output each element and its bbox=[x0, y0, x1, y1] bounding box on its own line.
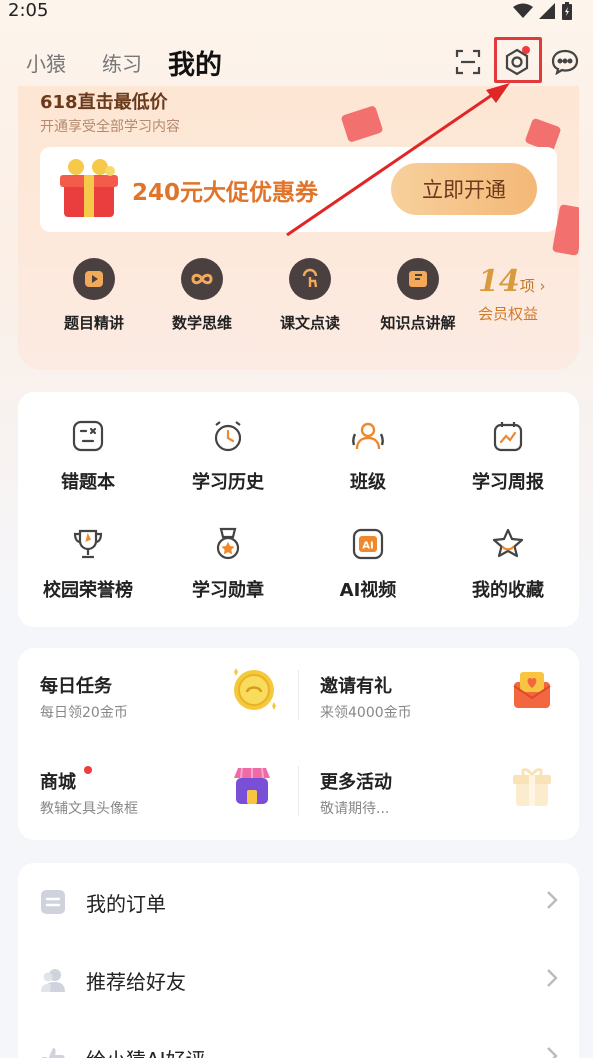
star-icon bbox=[492, 528, 524, 558]
system-icons bbox=[513, 2, 573, 20]
menu-label: 推荐给好友 bbox=[86, 970, 186, 994]
tool-favorites[interactable]: 我的收藏 bbox=[438, 526, 578, 602]
mall[interactable]: 商城 教辅文具头像框 bbox=[18, 744, 288, 834]
trophy-icon bbox=[73, 529, 103, 559]
tab-xiaoyuan[interactable]: 小猿 bbox=[26, 48, 66, 77]
vip-item-label: 知识点讲解 bbox=[380, 314, 456, 332]
signal-icon bbox=[539, 3, 555, 19]
order-list-icon bbox=[41, 890, 65, 914]
thumbs-up-icon bbox=[42, 1048, 65, 1058]
tool-label: 学习勋章 bbox=[192, 580, 264, 601]
menu-my-orders[interactable]: 我的订单 bbox=[18, 863, 579, 941]
vip-item-label: 数学思维 bbox=[171, 314, 232, 332]
invite-reward[interactable]: 邀请有礼 来领4000金币 bbox=[298, 648, 568, 738]
more-activities-title: 更多活动 bbox=[320, 772, 392, 793]
chevron-right-icon: › bbox=[534, 277, 546, 295]
calendar-chart-icon bbox=[493, 422, 523, 452]
message-icon[interactable] bbox=[549, 46, 581, 78]
menu-label: 给小猿AI好评 bbox=[86, 1044, 206, 1058]
settings-highlight-box bbox=[494, 37, 542, 83]
mall-subtitle: 教辅文具头像框 bbox=[40, 801, 138, 817]
chevron-right-icon bbox=[547, 1047, 558, 1058]
clock-icon bbox=[214, 421, 242, 452]
vip-item-question-explain[interactable]: 题目精讲 bbox=[44, 258, 144, 333]
red-envelope-decoration bbox=[340, 105, 384, 143]
daily-task-title: 每日任务 bbox=[40, 676, 112, 697]
play-icon bbox=[73, 258, 115, 300]
chevron-right-icon bbox=[547, 891, 558, 909]
benefit-unit: 项 bbox=[519, 277, 535, 295]
vip-item-label: 课文点读 bbox=[279, 314, 340, 332]
coupon-banner[interactable]: 240元大促优惠券 立即开通 bbox=[40, 147, 557, 232]
invite-title: 邀请有礼 bbox=[320, 676, 392, 697]
status-bar: 2:05 bbox=[0, 0, 593, 24]
tab-mine[interactable]: 我的 bbox=[168, 43, 222, 82]
menu-label: 我的订单 bbox=[86, 892, 166, 916]
medal-icon bbox=[216, 527, 240, 560]
wifi-icon bbox=[513, 3, 533, 18]
tasks-card: 每日任务 每日领20金币 邀请有礼 来领4000金币 商城 教辅文具头像框 更多… bbox=[18, 648, 579, 840]
more-activities-subtitle: 敬请期待... bbox=[320, 801, 390, 817]
tool-study-medal[interactable]: 学习勋章 bbox=[158, 526, 298, 602]
vip-card[interactable]: 618直击最低价 开通享受全部学习内容 240元大促优惠券 立即开通 题目精讲 … bbox=[18, 86, 579, 370]
book-icon bbox=[397, 258, 439, 300]
tool-label: 我的收藏 bbox=[472, 580, 544, 601]
vip-benefits-link[interactable]: 14项 › 会员权益 bbox=[478, 264, 568, 324]
menu-rate-app[interactable]: 给小猿AI好评 bbox=[18, 1019, 579, 1058]
battery-icon bbox=[562, 2, 572, 20]
daily-task-subtitle: 每日领20金币 bbox=[40, 705, 128, 721]
tool-wrong-questions[interactable]: 错题本 bbox=[18, 418, 158, 494]
tool-label: 错题本 bbox=[61, 472, 115, 493]
tool-label: AI视频 bbox=[339, 580, 397, 601]
tap-finger-icon bbox=[289, 258, 331, 300]
tools-card: 错题本 学习历史 班级 学习周报 校园荣誉榜 学习勋章 AI AI视频 我的收藏 bbox=[18, 392, 579, 627]
chevron-right-icon bbox=[547, 969, 558, 987]
gold-coin-icon bbox=[234, 668, 276, 710]
invite-subtitle: 来领4000金币 bbox=[320, 705, 412, 721]
menu-recommend-friends[interactable]: 推荐给好友 bbox=[18, 941, 579, 1019]
vip-item-text-reading[interactable]: 课文点读 bbox=[260, 258, 360, 333]
class-people-icon bbox=[352, 422, 384, 450]
menu-card: 我的订单 推荐给好友 给小猿AI好评 bbox=[18, 863, 579, 1058]
gift-box-icon bbox=[60, 159, 118, 217]
shop-icon bbox=[234, 767, 270, 804]
tool-label: 学习周报 bbox=[472, 472, 544, 493]
vip-subtitle: 开通享受全部学习内容 bbox=[40, 119, 180, 135]
vip-item-knowledge-explain[interactable]: 知识点讲解 bbox=[368, 258, 468, 333]
coupon-text: 240元大促优惠券 bbox=[132, 180, 319, 206]
ai-video-icon: AI bbox=[352, 528, 384, 560]
red-envelope-heart-icon bbox=[513, 672, 551, 708]
tool-label: 班级 bbox=[350, 472, 386, 493]
benefit-label: 会员权益 bbox=[478, 305, 539, 323]
mall-notification-dot bbox=[84, 766, 92, 774]
daily-task[interactable]: 每日任务 每日领20金币 bbox=[18, 648, 288, 738]
tool-class[interactable]: 班级 bbox=[298, 418, 438, 494]
tool-label: 学习历史 bbox=[192, 472, 264, 493]
status-time: 2:05 bbox=[8, 0, 49, 21]
gift-box-icon bbox=[513, 768, 551, 806]
mall-title: 商城 bbox=[40, 772, 76, 793]
tool-honor-board[interactable]: 校园荣誉榜 bbox=[18, 526, 158, 602]
scan-icon[interactable] bbox=[452, 46, 484, 78]
infinity-icon bbox=[181, 258, 223, 300]
tool-study-history[interactable]: 学习历史 bbox=[158, 418, 298, 494]
tool-weekly-report[interactable]: 学习周报 bbox=[438, 418, 578, 494]
vip-item-label: 题目精讲 bbox=[63, 314, 124, 332]
svg-text:AI: AI bbox=[362, 541, 373, 552]
users-icon bbox=[41, 969, 65, 992]
benefit-count: 14 bbox=[478, 264, 520, 299]
tool-ai-video[interactable]: AI AI视频 bbox=[298, 526, 438, 602]
vip-item-math-thinking[interactable]: 数学思维 bbox=[152, 258, 252, 333]
wrong-book-icon bbox=[72, 420, 104, 452]
more-activities[interactable]: 更多活动 敬请期待... bbox=[298, 744, 568, 834]
tool-label: 校园荣誉榜 bbox=[43, 580, 133, 601]
tab-practice[interactable]: 练习 bbox=[102, 48, 142, 77]
open-membership-button[interactable]: 立即开通 bbox=[391, 163, 537, 215]
vip-title: 618直击最低价 bbox=[40, 92, 168, 113]
